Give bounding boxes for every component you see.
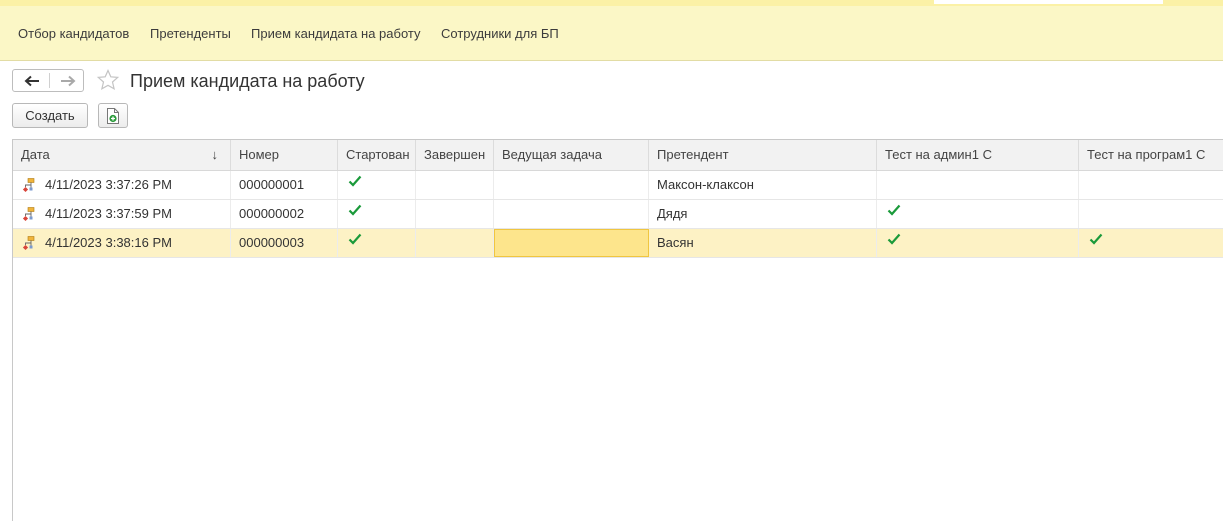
column-header-started[interactable]: Стартован — [338, 140, 416, 170]
top-strip-tab — [934, 0, 1163, 4]
lead-task-cell[interactable] — [494, 229, 649, 257]
test-admin-cell[interactable] — [877, 229, 1079, 257]
column-header-lead-task[interactable]: Ведущая задача — [494, 140, 649, 170]
checkmark-icon — [1089, 233, 1103, 245]
number-cell[interactable]: 000000003 — [231, 229, 338, 257]
candidate-cell[interactable]: Максон-клаксон — [649, 171, 877, 199]
column-header-test-prog[interactable]: Тест на програм1 С — [1079, 140, 1223, 170]
hiring-processes-table[interactable]: Дата ↓ Номер Стартован Завершен Ведущая … — [12, 139, 1223, 521]
column-header-finished[interactable]: Завершен — [416, 140, 494, 170]
date-cell[interactable]: 4/11/2023 3:38:16 PM — [13, 229, 231, 257]
arrow-right-icon — [60, 75, 75, 86]
date-cell[interactable]: 4/11/2023 3:37:26 PM — [13, 171, 231, 199]
business-process-icon — [22, 178, 35, 192]
column-header-test-admin[interactable]: Тест на админ1 С — [877, 140, 1079, 170]
started-cell[interactable] — [338, 200, 416, 228]
checkmark-icon — [887, 233, 901, 245]
column-header-label: Дата — [21, 147, 50, 162]
finished-cell[interactable] — [416, 200, 494, 228]
date-text: 4/11/2023 3:37:26 PM — [45, 177, 172, 192]
nav-item-hiring[interactable]: Прием кандидата на работу — [251, 26, 421, 41]
add-document-icon — [107, 107, 119, 124]
sort-descending-icon: ↓ — [211, 147, 219, 162]
lead-task-cell[interactable] — [494, 200, 649, 228]
forward-button[interactable] — [50, 70, 85, 91]
column-header-number[interactable]: Номер — [231, 140, 338, 170]
lead-task-cell[interactable] — [494, 171, 649, 199]
number-cell[interactable]: 000000001 — [231, 171, 338, 199]
test-admin-cell[interactable] — [877, 171, 1079, 199]
test-prog-cell[interactable] — [1079, 229, 1223, 257]
section-nav-bar: Отбор кандидатов Претенденты Прием канди… — [0, 6, 1223, 61]
create-button[interactable]: Создать — [12, 103, 88, 128]
table-header: Дата ↓ Номер Стартован Завершен Ведущая … — [13, 140, 1223, 171]
checkmark-icon — [348, 233, 362, 245]
arrow-left-icon — [24, 75, 39, 86]
nav-item-applicants[interactable]: Претенденты — [150, 26, 231, 41]
started-cell[interactable] — [338, 171, 416, 199]
nav-item-candidate-selection[interactable]: Отбор кандидатов — [18, 26, 129, 41]
checkmark-icon — [887, 204, 901, 216]
table-row[interactable]: 4/11/2023 3:38:16 PM 000000003 Васян — [13, 229, 1223, 258]
business-process-icon — [22, 236, 35, 250]
finished-cell[interactable] — [416, 171, 494, 199]
finished-cell[interactable] — [416, 229, 494, 257]
table-row[interactable]: 4/11/2023 3:37:59 PM 000000002 Дядя — [13, 200, 1223, 229]
checkmark-icon — [348, 175, 362, 187]
test-admin-cell[interactable] — [877, 200, 1079, 228]
star-outline-icon[interactable] — [96, 68, 120, 92]
date-text: 4/11/2023 3:38:16 PM — [45, 235, 172, 250]
candidate-cell[interactable]: Дядя — [649, 200, 877, 228]
page-title: Прием кандидата на работу — [130, 71, 365, 91]
back-button[interactable] — [14, 70, 49, 91]
business-process-icon — [22, 207, 35, 221]
column-header-date[interactable]: Дата ↓ — [13, 140, 231, 170]
checkmark-icon — [348, 204, 362, 216]
column-header-candidate[interactable]: Претендент — [649, 140, 877, 170]
started-cell[interactable] — [338, 229, 416, 257]
date-cell[interactable]: 4/11/2023 3:37:59 PM — [13, 200, 231, 228]
test-prog-cell[interactable] — [1079, 200, 1223, 228]
candidate-cell[interactable]: Васян — [649, 229, 877, 257]
nav-item-employees-bp[interactable]: Сотрудники для БП — [441, 26, 559, 41]
test-prog-cell[interactable] — [1079, 171, 1223, 199]
history-nav-buttons — [12, 69, 84, 92]
table-row[interactable]: 4/11/2023 3:37:26 PM 000000001 Максон-клак… — [13, 171, 1223, 200]
date-text: 4/11/2023 3:37:59 PM — [45, 206, 172, 221]
number-cell[interactable]: 000000002 — [231, 200, 338, 228]
add-document-button[interactable] — [98, 103, 128, 128]
